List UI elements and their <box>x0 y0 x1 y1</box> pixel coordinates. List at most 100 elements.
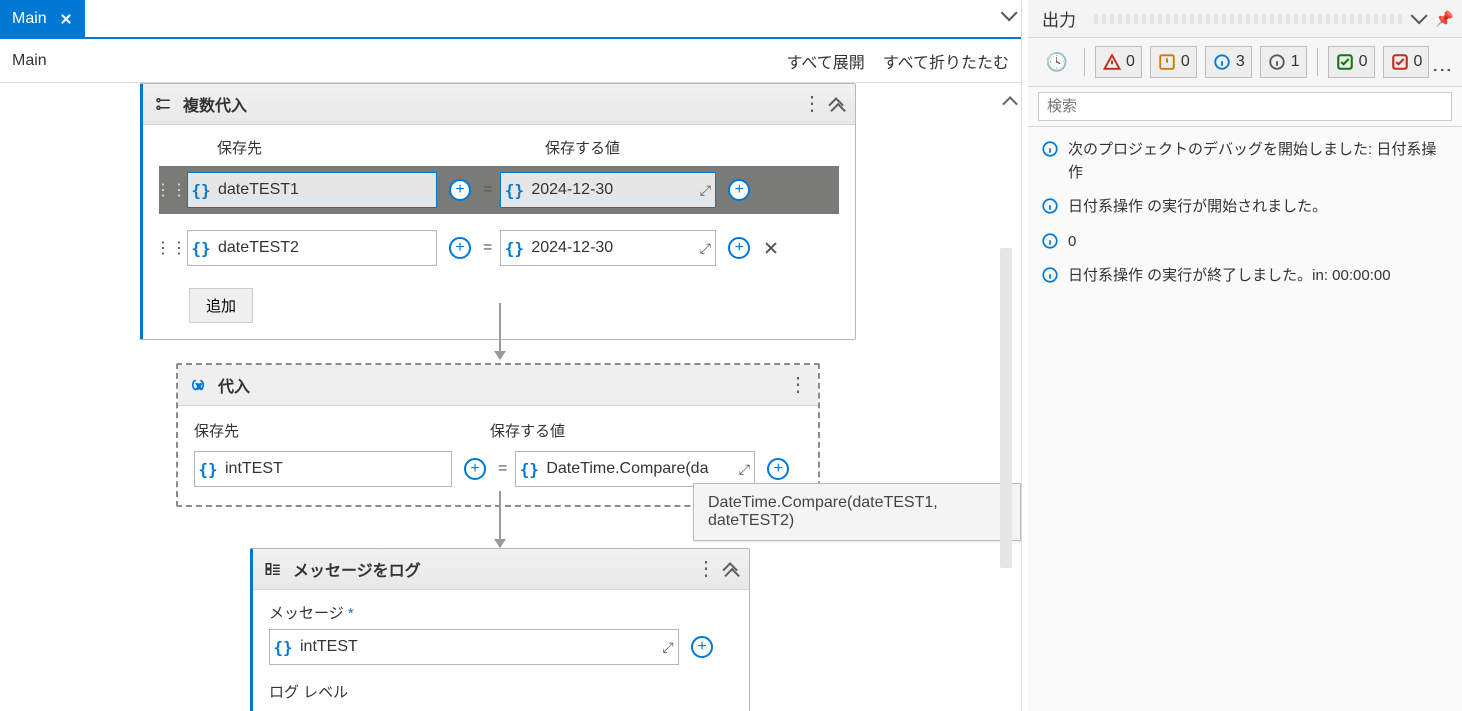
assign-row[interactable]: ⋮⋮ {} dateTEST1 + = {} 2024-12-30 ⤢ + <box>159 166 839 214</box>
brace-icon: {} <box>270 638 296 657</box>
check-icon <box>1335 52 1355 72</box>
add-row-button[interactable]: 追加 <box>189 288 253 323</box>
add-icon[interactable]: + <box>464 458 486 480</box>
more-menu-icon[interactable] <box>696 559 716 580</box>
add-icon[interactable]: + <box>691 636 713 658</box>
expr-text: 2024-12-30 <box>527 239 695 257</box>
toolbar-separator <box>1084 48 1085 76</box>
chevron-up-icon <box>1006 95 1017 111</box>
log-text: 0 <box>1068 231 1450 254</box>
chevron-down-icon <box>1001 8 1013 24</box>
collapse-icon[interactable] <box>726 561 739 579</box>
add-icon[interactable]: + <box>728 237 750 259</box>
message-expression-input[interactable]: {} intTEST ⤢ <box>269 629 679 665</box>
collapse-icon[interactable] <box>832 96 845 114</box>
value-expression-input[interactable]: {} 2024-12-30 ⤢ <box>500 172 716 208</box>
message-label: メッセージ * <box>269 602 733 623</box>
value-expression-input[interactable]: {} 2024-12-30 ⤢ <box>500 230 716 266</box>
expand-editor-icon[interactable]: ⤢ <box>658 639 678 656</box>
activity-header[interactable]: 複数代入 <box>143 84 855 125</box>
count: 0 <box>1181 53 1190 71</box>
output-panel-header[interactable]: 出力 📌 <box>1028 0 1462 38</box>
count: 3 <box>1236 53 1245 71</box>
multi-assign-icon <box>153 94 173 114</box>
error-icon <box>1102 52 1122 72</box>
canvas-scroll-up[interactable] <box>1006 95 1017 111</box>
close-icon[interactable] <box>59 12 73 26</box>
workflow-canvas[interactable]: 複数代入 保存先 保存する値 ⋮⋮ {} dateTEST1 <box>0 83 1021 711</box>
filter-info-button[interactable]: 3 <box>1205 46 1252 78</box>
search-input[interactable] <box>1038 92 1452 121</box>
count: 1 <box>1291 53 1300 71</box>
pin-icon[interactable]: 📌 <box>1435 10 1454 28</box>
check-fail-icon <box>1390 52 1410 72</box>
more-menu-icon[interactable] <box>802 94 822 115</box>
brace-icon: {} <box>195 460 221 479</box>
toolbar-menu-icon[interactable] <box>1432 60 1452 80</box>
expand-all-button[interactable]: すべて展開 <box>787 49 865 73</box>
document-tabs: Main <box>0 0 1021 39</box>
drag-handle-icon[interactable]: ⋮⋮ <box>163 180 179 200</box>
expand-editor-icon[interactable]: ⤢ <box>695 240 715 257</box>
collapse-all-button[interactable]: すべて折りたたむ <box>883 49 1009 73</box>
clock-icon: 🕓 <box>1047 52 1067 72</box>
expand-editor-icon[interactable]: ⤢ <box>734 461 754 478</box>
activity-header[interactable]: メッセージをログ <box>253 549 749 590</box>
assign-row[interactable]: {} intTEST + = {} DateTime.Compare(da ⤢ … <box>194 451 802 487</box>
expr-text: DateTime.Compare(da <box>542 460 734 478</box>
expr-text: dateTEST1 <box>214 181 436 199</box>
scrollbar-thumb[interactable] <box>1000 248 1012 568</box>
filter-error-button[interactable]: 0 <box>1095 46 1142 78</box>
warn-icon <box>1157 52 1177 72</box>
expr-text: intTEST <box>221 460 451 478</box>
drag-handle-icon[interactable]: ⋮⋮ <box>163 238 179 258</box>
assign-row[interactable]: ⋮⋮ {} dateTEST2 + = {} 2024-12-30 ⤢ + <box>159 224 839 272</box>
equals-label: = <box>483 239 492 257</box>
output-title: 出力 <box>1042 6 1076 31</box>
activity-multi-assign[interactable]: 複数代入 保存先 保存する値 ⋮⋮ {} dateTEST1 <box>140 83 856 340</box>
tab-main[interactable]: Main <box>0 0 85 37</box>
expr-text: 2024-12-30 <box>527 181 695 199</box>
column-headers: 保存先 保存する値 <box>217 137 839 158</box>
log-entry[interactable]: 日付系操作 の実行が終了しました。in: 00:00:00 <box>1032 259 1458 294</box>
filter-success-button[interactable]: 0 <box>1328 46 1375 78</box>
dest-expression-input[interactable]: {} dateTEST1 <box>187 172 437 208</box>
filter-fail-button[interactable]: 0 <box>1383 46 1430 78</box>
filter-trace-button[interactable]: 1 <box>1260 46 1307 78</box>
add-icon[interactable]: + <box>449 237 471 259</box>
chevron-down-icon[interactable] <box>1411 9 1423 29</box>
log-entry[interactable]: 0 <box>1032 225 1458 260</box>
dest-expression-input[interactable]: {} intTEST <box>194 451 452 487</box>
tabs-dropdown[interactable] <box>1001 8 1013 24</box>
activity-log-message[interactable]: メッセージをログ メッセージ * {} intTEST ⤢ + <box>250 548 750 711</box>
file-header: Main すべて展開 すべて折りたたむ <box>0 39 1021 83</box>
add-icon[interactable]: + <box>728 179 750 201</box>
expr-text: dateTEST2 <box>214 239 436 257</box>
expand-editor-icon[interactable]: ⤢ <box>695 182 715 199</box>
log-text: 次のプロジェクトのデバッグを開始しました: 日付系操作 <box>1068 139 1450 184</box>
panel-grip-icon[interactable] <box>1094 14 1403 24</box>
trace-icon <box>1267 52 1287 72</box>
flow-arrow <box>499 491 501 547</box>
activity-header[interactable]: x 代入 <box>178 365 818 406</box>
activity-title: 複数代入 <box>183 92 247 116</box>
col-header-value: 保存する値 <box>545 137 620 158</box>
history-button[interactable]: 🕓 <box>1040 46 1074 78</box>
expression-tooltip: DateTime.Compare(dateTEST1, dateTEST2) <box>693 483 1021 541</box>
log-text: 日付系操作 の実行が開始されました。 <box>1068 196 1450 219</box>
value-expression-input[interactable]: {} DateTime.Compare(da ⤢ <box>515 451 755 487</box>
dest-expression-input[interactable]: {} dateTEST2 <box>187 230 437 266</box>
flow-arrow <box>499 303 501 359</box>
output-log-list[interactable]: 次のプロジェクトのデバッグを開始しました: 日付系操作 日付系操作 の実行が開始… <box>1028 127 1462 711</box>
add-icon[interactable]: + <box>449 179 471 201</box>
col-header-dest: 保存先 <box>194 420 474 441</box>
activity-title: メッセージをログ <box>293 557 421 581</box>
filter-warn-button[interactable]: 0 <box>1150 46 1197 78</box>
count: 0 <box>1414 53 1423 71</box>
log-entry[interactable]: 日付系操作 の実行が開始されました。 <box>1032 190 1458 225</box>
delete-row-icon[interactable] <box>762 239 780 257</box>
log-text: 日付系操作 の実行が終了しました。in: 00:00:00 <box>1068 265 1450 288</box>
more-menu-icon[interactable] <box>788 375 808 396</box>
log-entry[interactable]: 次のプロジェクトのデバッグを開始しました: 日付系操作 <box>1032 133 1458 190</box>
add-icon[interactable]: + <box>767 458 789 480</box>
